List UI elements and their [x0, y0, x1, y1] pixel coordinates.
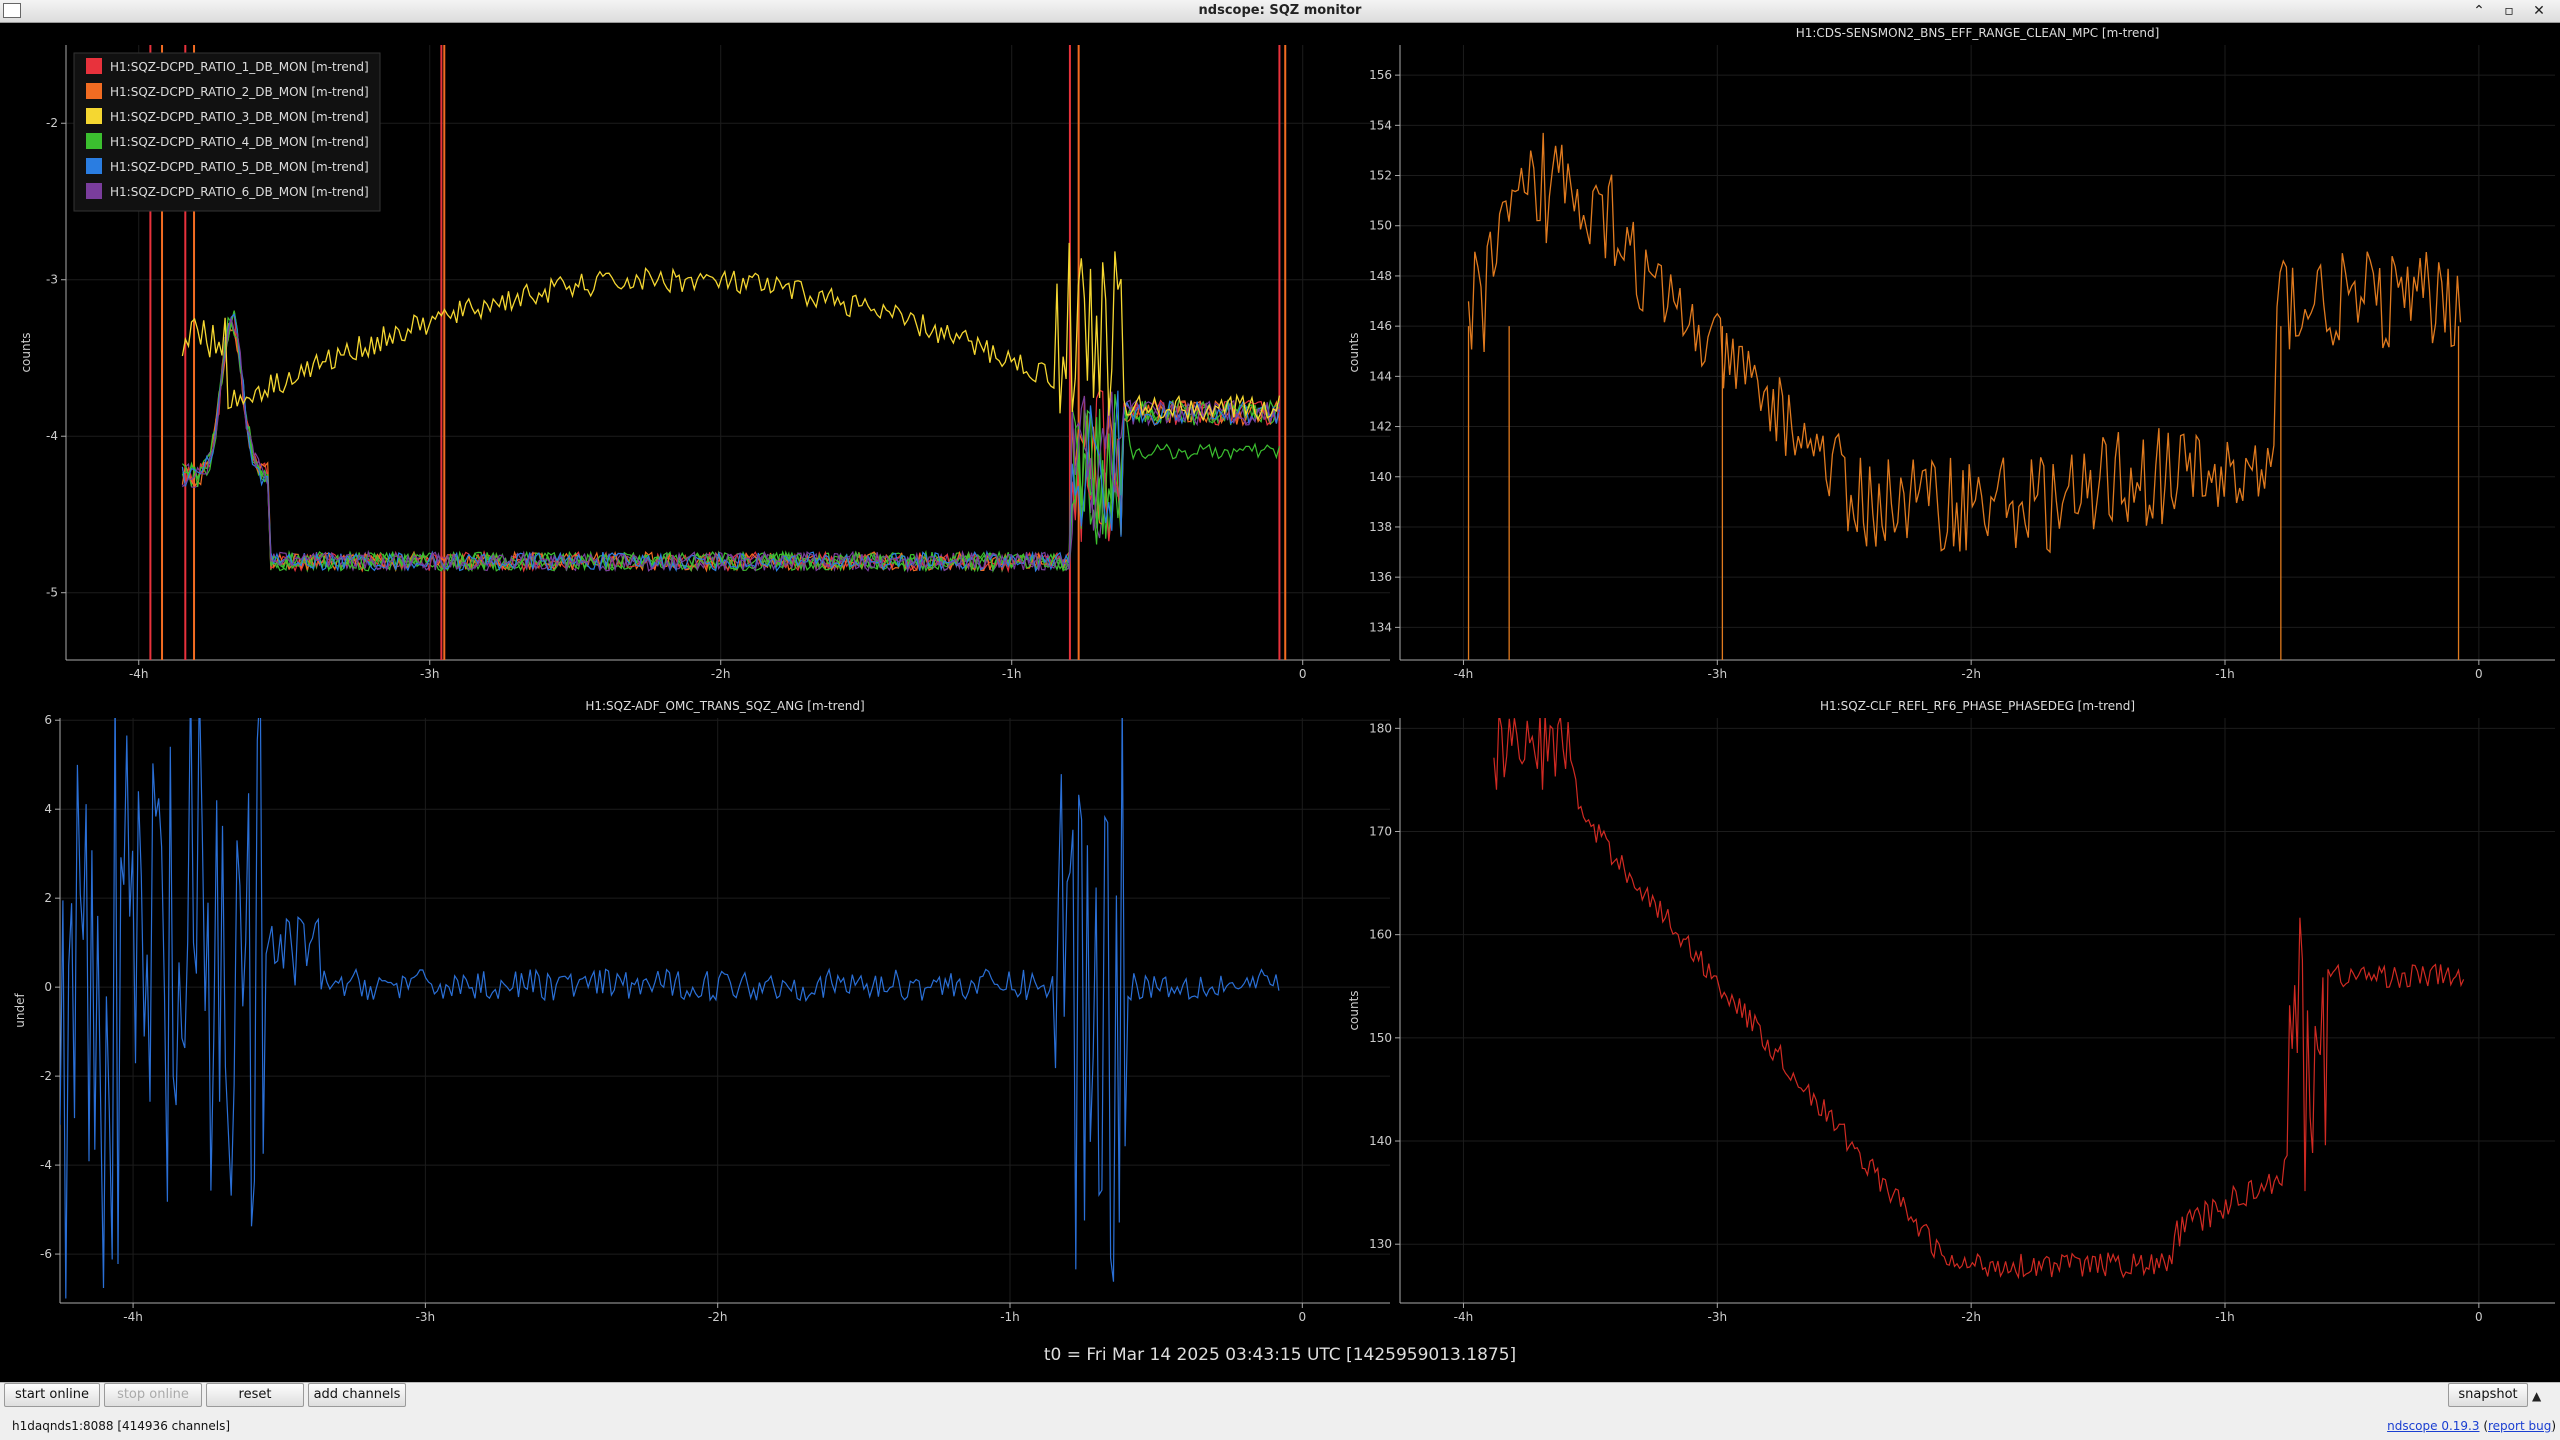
y-tick-label: 0 — [44, 980, 52, 994]
x-tick-label: -3h — [1708, 667, 1728, 681]
y-axis-label: counts — [1347, 332, 1361, 372]
x-tick-label: -1h — [1000, 1310, 1020, 1324]
x-tick-label: 0 — [2475, 1310, 2483, 1324]
y-tick-label: 156 — [1369, 68, 1392, 82]
y-axis-label: undef — [13, 993, 27, 1028]
x-tick-label: -2h — [711, 667, 731, 681]
x-tick-label: -4h — [129, 667, 149, 681]
y-tick-label: -2 — [40, 1069, 52, 1083]
plot-title: H1:SQZ-ADF_OMC_TRANS_SQZ_ANG [m-trend] — [585, 699, 864, 713]
legend-swatch — [86, 158, 102, 174]
y-tick-label: 170 — [1369, 824, 1392, 838]
y-tick-label: 130 — [1369, 1237, 1392, 1251]
x-tick-label: -1h — [2215, 667, 2235, 681]
legend-label: H1:SQZ-DCPD_RATIO_2_DB_MON [m-trend] — [110, 85, 369, 99]
collapse-arrow-icon[interactable]: ▲ — [2532, 1389, 2541, 1403]
y-tick-label: 142 — [1369, 420, 1392, 434]
x-tick-label: -2h — [708, 1310, 728, 1324]
close-button[interactable]: ✕ — [2530, 2, 2548, 20]
x-tick-label: -4h — [1454, 667, 1474, 681]
y-tick-label: -6 — [40, 1247, 52, 1261]
plot-title: H1:SQZ-CLF_REFL_RF6_PHASE_PHASEDEG [m-tr… — [1820, 699, 2135, 713]
y-tick-label: -4 — [40, 1158, 52, 1172]
version-status: ndscope 0.19.3 (report bug) — [2387, 1419, 2556, 1433]
window-titlebar: ndscope: SQZ monitor ⌃ ▫ ✕ — [0, 0, 2560, 23]
y-tick-label: -2 — [46, 116, 58, 130]
x-tick-label: 0 — [1299, 667, 1307, 681]
series-line — [181, 242, 1281, 422]
version-link[interactable]: ndscope 0.19.3 — [2387, 1419, 2479, 1433]
y-tick-label: 160 — [1369, 928, 1392, 942]
snapshot-button[interactable]: snapshot — [2448, 1383, 2528, 1407]
scope-area: -4h -3h -2h -1h 0 -2 -3 -4 -5 counts H1:SQZ-DCPD_R… — [0, 23, 2560, 1382]
x-tick-label: -1h — [2215, 1310, 2235, 1324]
legend-swatch — [86, 108, 102, 124]
x-tick-label: 0 — [2475, 667, 2483, 681]
y-tick-label: 6 — [44, 713, 52, 727]
y-tick-label: 154 — [1369, 118, 1392, 132]
plot-title: H1:CDS-SENSMON2_BNS_EFF_RANGE_CLEAN_MPC … — [1796, 26, 2160, 40]
y-tick-label: 146 — [1369, 319, 1392, 333]
y-tick-label: 148 — [1369, 269, 1392, 283]
y-tick-label: -4 — [46, 429, 58, 443]
control-bar: start online stop online reset add chann… — [0, 1382, 2560, 1440]
legend-label: H1:SQZ-DCPD_RATIO_6_DB_MON [m-trend] — [110, 185, 369, 199]
t0-label: t0 = Fri Mar 14 2025 03:43:15 UTC [14259… — [1043, 1345, 1517, 1365]
y-tick-label: -5 — [46, 586, 58, 600]
x-tick-label: -2h — [1961, 1310, 1981, 1324]
minimize-button[interactable]: ⌃ — [2470, 2, 2488, 20]
series-line — [1493, 718, 2465, 1280]
add-channels-button[interactable]: add channels — [308, 1383, 406, 1407]
legend-label: H1:SQZ-DCPD_RATIO_5_DB_MON [m-trend] — [110, 160, 369, 174]
legend-swatch — [86, 133, 102, 149]
x-tick-label: -1h — [1002, 667, 1022, 681]
legend-label: H1:SQZ-DCPD_RATIO_1_DB_MON [m-trend] — [110, 60, 369, 74]
y-tick-label: 2 — [44, 891, 52, 905]
legend-swatch — [86, 58, 102, 74]
legend-swatch — [86, 183, 102, 199]
y-tick-label: 136 — [1369, 570, 1392, 584]
legend-swatch — [86, 83, 102, 99]
report-bug-link[interactable]: report bug — [2488, 1419, 2551, 1433]
y-tick-label: 150 — [1369, 219, 1392, 233]
maximize-button[interactable]: ▫ — [2500, 2, 2518, 20]
y-tick-label: 134 — [1369, 620, 1392, 634]
y-tick-label: 150 — [1369, 1031, 1392, 1045]
y-tick-label: 180 — [1369, 721, 1392, 735]
y-axis-label: counts — [19, 332, 33, 372]
x-tick-label: -3h — [1708, 1310, 1728, 1324]
x-tick-label: -2h — [1961, 667, 1981, 681]
legend-label: H1:SQZ-DCPD_RATIO_3_DB_MON [m-trend] — [110, 110, 369, 124]
y-tick-label: 138 — [1369, 520, 1392, 534]
plots-canvas[interactable]: -4h -3h -2h -1h 0 -2 -3 -4 -5 counts H1:SQZ-DCPD_R… — [0, 23, 2560, 1382]
x-tick-label: -4h — [123, 1310, 143, 1324]
y-axis-label: counts — [1347, 990, 1361, 1030]
window-title: ndscope: SQZ monitor — [1198, 3, 1362, 18]
series-line — [181, 313, 1280, 573]
series-line — [1467, 132, 2462, 554]
y-tick-label: -3 — [46, 273, 58, 287]
stop-online-button: stop online — [104, 1383, 202, 1407]
legend-label: H1:SQZ-DCPD_RATIO_4_DB_MON [m-trend] — [110, 135, 369, 149]
y-tick-label: 144 — [1369, 369, 1392, 383]
x-tick-label: -3h — [420, 667, 440, 681]
x-tick-label: -3h — [416, 1310, 436, 1324]
y-tick-label: 140 — [1369, 1134, 1392, 1148]
x-tick-label: 0 — [1298, 1310, 1306, 1324]
y-tick-label: 4 — [44, 802, 52, 816]
y-tick-label: 140 — [1369, 470, 1392, 484]
server-status: h1daqnds1:8088 [414936 channels] — [12, 1419, 231, 1433]
y-tick-label: 152 — [1369, 169, 1392, 183]
x-tick-label: -4h — [1454, 1310, 1474, 1324]
reset-button[interactable]: reset — [206, 1383, 304, 1407]
start-online-button[interactable]: start online — [4, 1383, 100, 1407]
